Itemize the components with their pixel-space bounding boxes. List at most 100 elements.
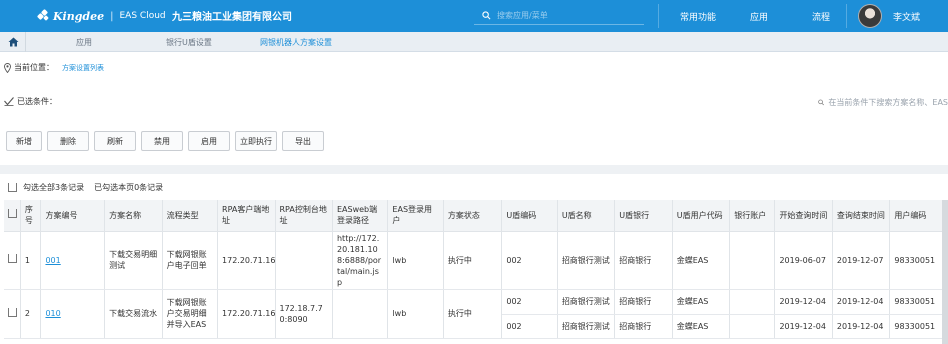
header-divider (658, 4, 659, 28)
cell-end-date: 2019-12-04 (832, 289, 891, 315)
list-search-placeholder[interactable]: 在当前条件下搜索方案名称、EAS (828, 97, 948, 108)
cell-index: 2 (20, 289, 42, 339)
tab-apps[interactable]: 应用 (76, 37, 92, 48)
nav-apps[interactable]: 应用 (750, 10, 768, 23)
cell-eas-url: http://172.20.181.108:6888/portal/main.j… (332, 231, 389, 290)
cell-status: 执行中 (443, 289, 503, 339)
breadcrumb: 当前位置： 方案设置列表 (4, 62, 104, 73)
column-header[interactable]: 方案名称 (104, 200, 163, 232)
column-header[interactable]: 银行账户 (729, 200, 776, 232)
nav-favorites[interactable]: 常用功能 (680, 10, 716, 23)
delete-button[interactable]: 删除 (47, 131, 89, 151)
search-icon (818, 99, 825, 105)
tab-robot-scheme-settings[interactable]: 网银机器人方案设置 (260, 37, 332, 48)
column-header[interactable]: U盾银行 (614, 200, 673, 232)
tab-ukey-settings[interactable]: 银行U盾设置 (166, 37, 212, 48)
cell-ukey-user-code: 金蝶EAS (672, 314, 731, 339)
select-all-records[interactable]: 勾选全部3条记录 (23, 182, 84, 193)
cell-ukey-name: 招商银行测试 (557, 314, 616, 339)
cell-ukey-code: 002 (501, 289, 558, 315)
nav-workflow[interactable]: 流程 (812, 10, 830, 23)
scheme-code-link[interactable]: 001 (45, 256, 60, 265)
cell-name: 下载交易明细测试 (104, 231, 163, 290)
column-header[interactable]: 流程类型 (162, 200, 219, 232)
cell-ukey-user-code: 金蝶EAS (672, 289, 731, 315)
column-header[interactable]: EASweb端登录路径 (332, 200, 389, 232)
table-row[interactable]: 1 001 下载交易明细测试 下载网银账户电子回单 172.20.71.166 … (4, 231, 948, 290)
cell-rpa-client: 172.20.71.166 (217, 289, 276, 339)
column-header[interactable]: EAS登录用户 (387, 200, 444, 232)
cell-eas-user: lwb (387, 231, 444, 290)
cell-eas-url (332, 289, 389, 339)
cell-user-code: 98330051 (889, 231, 948, 290)
row-checkbox-cell[interactable] (4, 289, 21, 339)
column-header[interactable]: 方案编号 (40, 200, 106, 232)
scheme-code-link[interactable]: 010 (45, 309, 60, 318)
column-header[interactable]: 用户编码 (889, 200, 948, 232)
header-checkbox-cell[interactable] (4, 200, 21, 232)
cell-user-code: 98330051 (889, 289, 948, 315)
cell-name: 下载交易流水 (104, 289, 163, 339)
vertical-scrollbar[interactable] (942, 200, 948, 344)
cell-flow: 下载网银账户电子回单 (162, 231, 219, 290)
location-pin-icon (4, 62, 11, 73)
company-selector[interactable]: 九三粮油工业集团有限公司 (172, 8, 292, 23)
table-header-row: 序号 方案编号 方案名称 流程类型 RPA客户端地址 RPA控制台地址 EASw… (4, 200, 948, 232)
column-header[interactable]: U盾编码 (501, 200, 558, 232)
global-search-input[interactable] (497, 11, 627, 20)
row-checkbox-cell[interactable] (4, 231, 21, 290)
column-header[interactable]: 序号 (20, 200, 42, 232)
cell-bank-account (729, 314, 776, 339)
cell-end-date: 2019-12-07 (832, 231, 891, 290)
enable-button[interactable]: 启用 (188, 131, 230, 151)
export-button[interactable]: 导出 (282, 131, 324, 151)
header-divider (846, 4, 847, 28)
user-avatar[interactable] (858, 4, 882, 28)
filter-label: 已选条件： (17, 97, 57, 106)
table-row[interactable]: 2 010 下载交易流水 下载网银账户交易明细并导入EAS 172.20.71.… (4, 289, 948, 339)
column-header[interactable]: 查询结束时间 (832, 200, 891, 232)
list-search[interactable]: 在当前条件下搜索方案名称、EAS (818, 94, 948, 110)
cell-rpa-client: 172.20.71.166 (217, 231, 276, 290)
column-header[interactable]: U盾名称 (557, 200, 616, 232)
kingdee-logo-icon (36, 8, 50, 22)
logo-separator: | (110, 10, 114, 22)
kingdee-logo[interactable]: Kingdee | EAS Cloud (36, 8, 166, 24)
section-divider (0, 165, 948, 174)
cell-ukey-bank: 招商银行 (614, 314, 673, 339)
cell-rpa-console (275, 231, 333, 290)
row-checkbox[interactable] (8, 254, 17, 263)
add-button[interactable]: 新增 (6, 131, 42, 151)
cell-ukey-user-code: 金蝶EAS (672, 231, 731, 290)
cell-end-date: 2019-12-04 (832, 314, 891, 339)
cell-bank-account (729, 289, 776, 315)
user-name[interactable]: 李文斌 (893, 10, 920, 23)
cell-start-date: 2019-06-07 (774, 231, 833, 290)
header-checkbox[interactable] (8, 209, 17, 219)
cell-ukey-name: 招商银行测试 (557, 231, 616, 290)
column-header[interactable]: RPA客户端地址 (217, 200, 276, 232)
column-header[interactable]: RPA控制台地址 (275, 200, 333, 232)
top-header: Kingdee | EAS Cloud 九三粮油工业集团有限公司 常用功能 应用… (0, 0, 948, 32)
cell-rpa-console: 172.18.7.70:8090 (275, 289, 333, 339)
home-button[interactable] (2, 32, 26, 52)
breadcrumb-current[interactable]: 方案设置列表 (62, 63, 104, 73)
column-header[interactable]: U盾用户代码 (672, 200, 731, 232)
cell-start-date: 2019-12-04 (774, 314, 833, 339)
global-search[interactable] (474, 7, 644, 25)
refresh-button[interactable]: 刷新 (94, 131, 136, 151)
cell-ukey-bank: 招商银行 (614, 231, 673, 290)
select-all-checkbox[interactable] (8, 183, 17, 192)
cell-ukey-name: 招商银行测试 (557, 289, 616, 315)
toolbar: 新增 删除 刷新 禁用 启用 立即执行 导出 (6, 131, 329, 151)
search-icon (482, 11, 491, 20)
run-now-button[interactable]: 立即执行 (235, 131, 277, 151)
column-header[interactable]: 方案状态 (443, 200, 503, 232)
selected-on-page: 已勾选本页0条记录 (94, 183, 164, 192)
disable-button[interactable]: 禁用 (141, 131, 183, 151)
column-header[interactable]: 开始查询时间 (774, 200, 833, 232)
cell-bank-account (729, 231, 776, 290)
product-name: EAS Cloud (119, 11, 166, 21)
row-checkbox[interactable] (8, 307, 17, 317)
breadcrumb-label: 当前位置： (14, 63, 54, 72)
